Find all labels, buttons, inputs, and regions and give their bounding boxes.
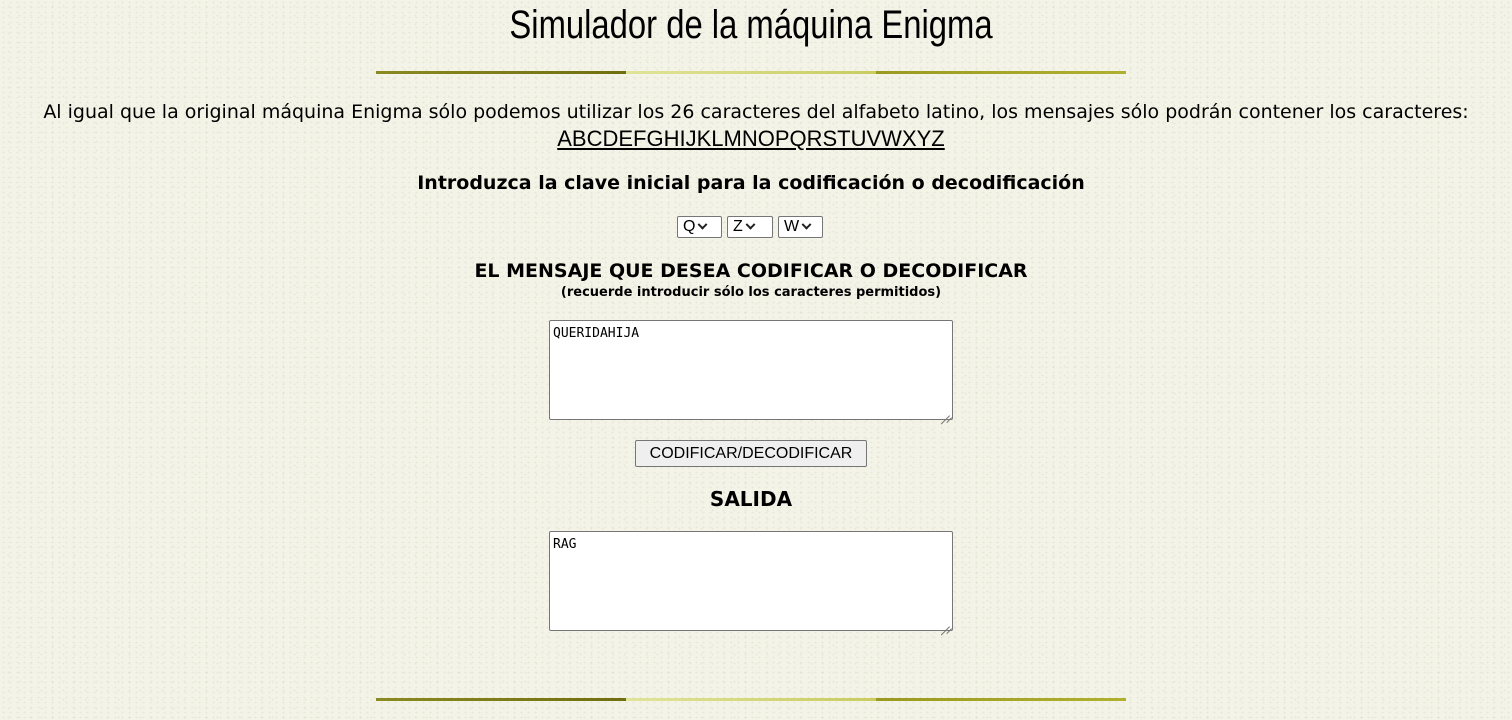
chevron-down-icon [698,219,708,230]
chevron-down-icon [745,219,756,230]
encode-decode-button[interactable]: CODIFICAR/DECODIFICAR [635,440,867,467]
output-textarea[interactable]: RAG [549,531,953,631]
top-divider [376,71,1126,74]
bottom-divider [376,698,1126,701]
rotor2-value: Z [733,218,743,235]
intro-text: Al igual que la original máquina Enigma … [43,101,1469,123]
key-heading: Introduzca la clave inicial para la codi… [417,172,1085,194]
rotor2-select[interactable]: Z [727,216,773,238]
rotor3-select[interactable]: W [778,216,823,238]
rotor1-select[interactable]: Q [677,216,722,238]
message-heading: EL MENSAJE QUE DESEA CODIFICAR O DECODIF… [474,260,1028,282]
key-selectors: Q Z W [677,216,823,238]
rotor1-value: Q [683,218,696,235]
output-heading: SALIDA [709,487,793,511]
page-title: Simulador de la máquina Enigma [509,3,993,47]
allowed-alphabet: ABCDEFGHIJKLMNOPQRSTUVWXYZ [557,126,945,151]
rotor3-value: W [784,218,800,235]
message-hint: (recuerde introducir sólo los caracteres… [560,285,942,300]
message-input[interactable]: QUERIDAHIJA [549,320,953,420]
chevron-down-icon [801,219,812,230]
